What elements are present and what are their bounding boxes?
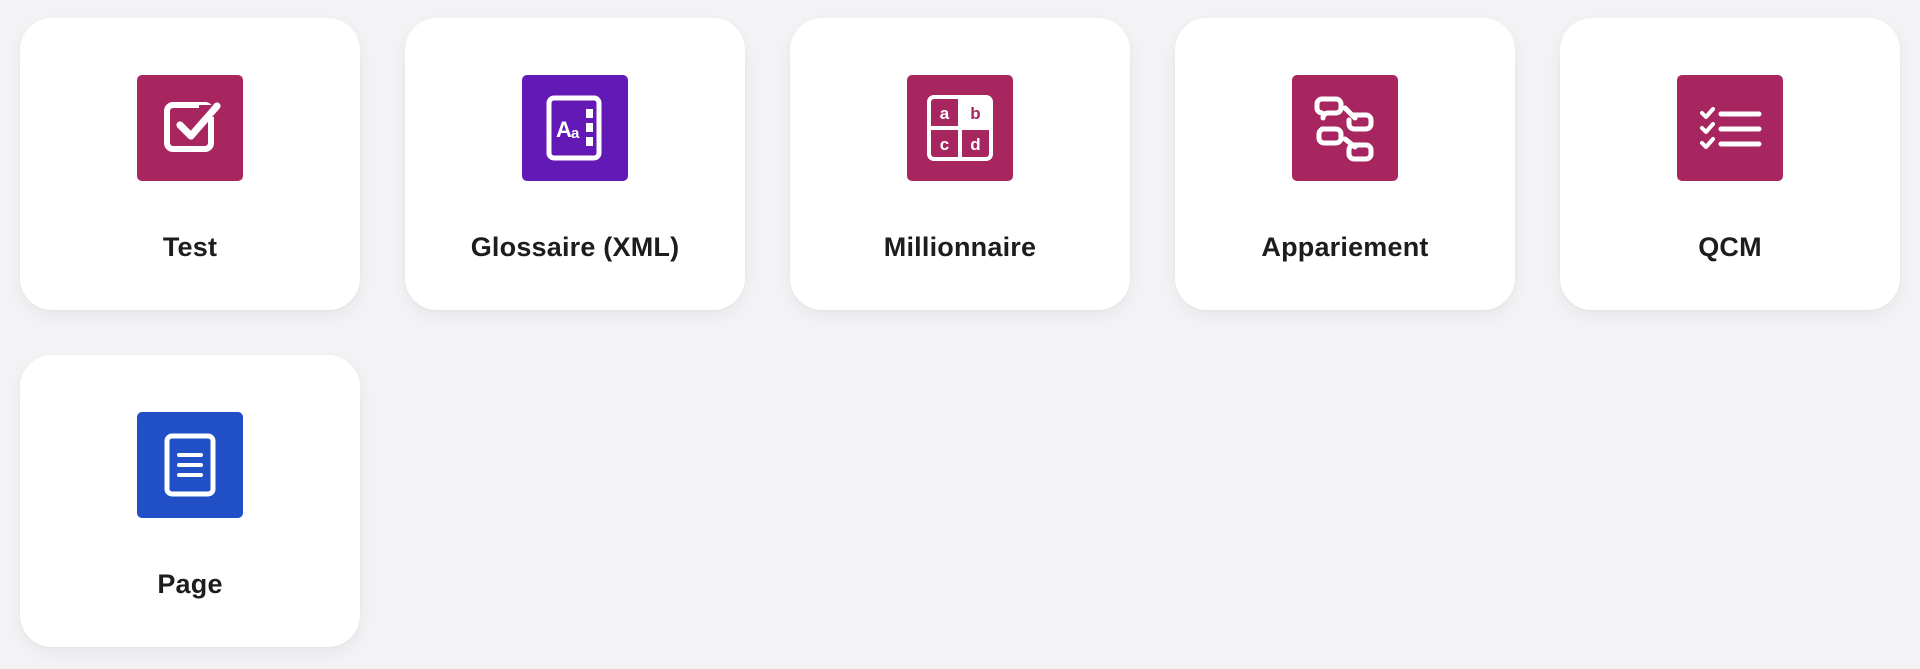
tile-label: Appariement bbox=[1261, 232, 1429, 262]
glossary-letter-big: A bbox=[556, 117, 572, 142]
glossary-book-icon: A a bbox=[522, 75, 628, 181]
glossary-letter-small: a bbox=[571, 125, 580, 142]
checklist-icon bbox=[1677, 75, 1783, 181]
activity-tile-test[interactable]: Test bbox=[20, 18, 360, 310]
activity-tile-appariement[interactable]: Appariement bbox=[1175, 18, 1515, 310]
option-c-letter: c bbox=[940, 135, 949, 154]
page-document-icon bbox=[137, 412, 243, 518]
tile-label: Test bbox=[162, 232, 218, 262]
option-d-letter: d bbox=[970, 135, 980, 154]
tile-label: Glossaire (XML) bbox=[470, 232, 680, 262]
tile-label: Millionnaire bbox=[883, 232, 1037, 262]
abcd-grid-icon: a b c d bbox=[907, 75, 1013, 181]
option-b-letter: b bbox=[970, 104, 980, 123]
matching-connectors-icon bbox=[1292, 75, 1398, 181]
activity-tile-qcm[interactable]: QCM bbox=[1560, 18, 1900, 310]
activity-tile-page[interactable]: Page bbox=[20, 355, 360, 647]
tile-label: Page bbox=[157, 569, 223, 599]
activity-tile-millionnaire[interactable]: a b c d Millionnaire bbox=[790, 18, 1130, 310]
option-a-letter: a bbox=[940, 104, 950, 123]
checkbox-icon bbox=[137, 75, 243, 181]
activity-tile-glossaire[interactable]: A a Glossaire (XML) bbox=[405, 18, 745, 310]
activity-type-grid: Test A a Glossaire (XML) a b c d Million… bbox=[0, 0, 1920, 669]
tile-label: QCM bbox=[1698, 232, 1762, 262]
